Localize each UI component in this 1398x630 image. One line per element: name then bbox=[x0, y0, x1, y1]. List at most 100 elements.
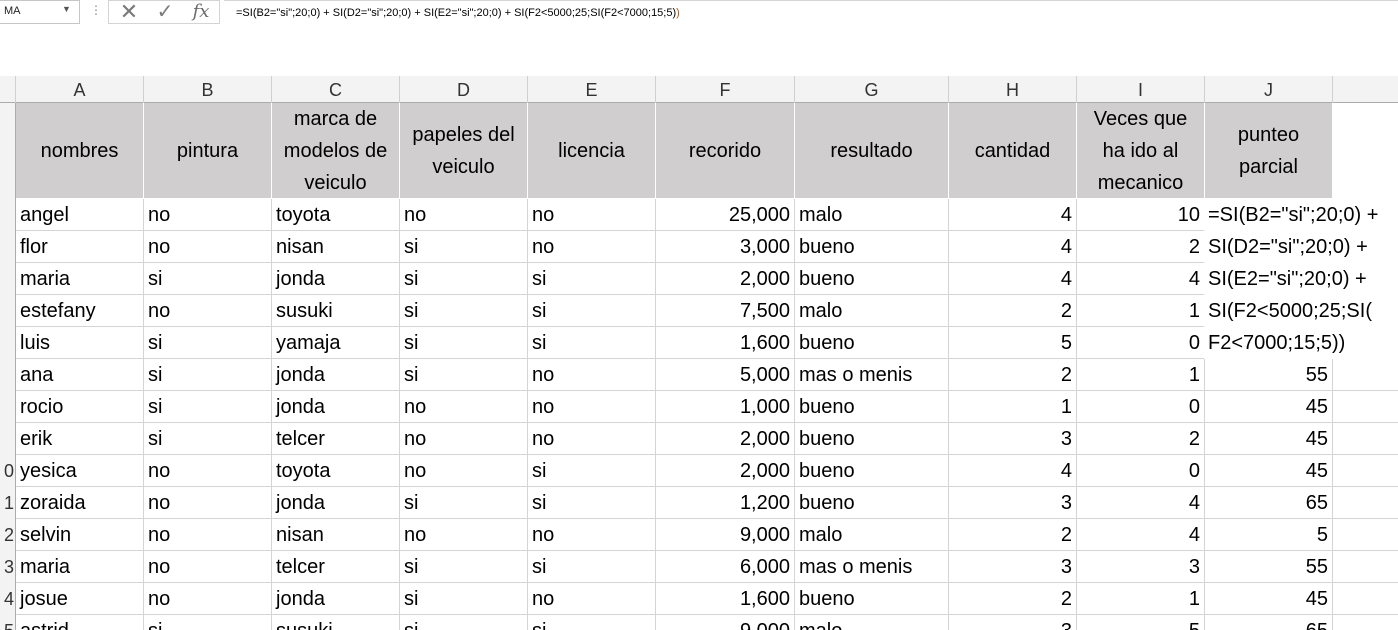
header-resultado[interactable]: resultado bbox=[795, 103, 949, 199]
cell-g[interactable]: mas o menis bbox=[795, 551, 949, 583]
cell-b[interactable]: si bbox=[144, 327, 272, 359]
row-number[interactable]: 1 bbox=[0, 487, 14, 519]
cell-i[interactable]: 2 bbox=[1077, 231, 1205, 263]
cell-d[interactable]: no bbox=[400, 423, 528, 455]
cell-h[interactable]: 2 bbox=[949, 295, 1077, 327]
cell-f[interactable]: 3,000 bbox=[656, 231, 795, 263]
cell-h[interactable]: 2 bbox=[949, 519, 1077, 551]
cell-f[interactable]: 7,500 bbox=[656, 295, 795, 327]
cell-j[interactable]: 45 bbox=[1205, 583, 1333, 615]
cell-h[interactable]: 4 bbox=[949, 199, 1077, 231]
cell-a[interactable]: maria bbox=[16, 263, 144, 295]
cell-i[interactable]: 10 bbox=[1077, 199, 1205, 231]
cell-b[interactable]: no bbox=[144, 551, 272, 583]
cell-h[interactable]: 3 bbox=[949, 551, 1077, 583]
cell-a[interactable]: yesica bbox=[16, 455, 144, 487]
column-header-b[interactable]: B bbox=[144, 76, 272, 103]
cell-f[interactable]: 25,000 bbox=[656, 199, 795, 231]
cell-h[interactable]: 3 bbox=[949, 487, 1077, 519]
header-pintura[interactable]: pintura bbox=[144, 103, 272, 199]
cell-g[interactable]: bueno bbox=[795, 391, 949, 423]
cell-c[interactable]: jonda bbox=[272, 263, 400, 295]
cell-i[interactable]: 0 bbox=[1077, 455, 1205, 487]
cell-c[interactable]: susuki bbox=[272, 615, 400, 630]
column-header-g[interactable]: G bbox=[795, 76, 949, 103]
cell-h[interactable]: 5 bbox=[949, 327, 1077, 359]
row-number[interactable]: 0 bbox=[0, 455, 14, 487]
cell-f[interactable]: 2,000 bbox=[656, 263, 795, 295]
cell-j[interactable]: 45 bbox=[1205, 455, 1333, 487]
cell-a[interactable]: rocio bbox=[16, 391, 144, 423]
header-licencia[interactable]: licencia bbox=[528, 103, 656, 199]
cell-a[interactable]: estefany bbox=[16, 295, 144, 327]
cell-g[interactable]: bueno bbox=[795, 327, 949, 359]
cell-i[interactable]: 2 bbox=[1077, 423, 1205, 455]
cell-e[interactable]: no bbox=[528, 423, 656, 455]
cell-b[interactable]: no bbox=[144, 231, 272, 263]
cell-i[interactable]: 4 bbox=[1077, 263, 1205, 295]
cell-e[interactable]: no bbox=[528, 231, 656, 263]
header-nombres[interactable]: nombres bbox=[16, 103, 144, 199]
cell-d[interactable]: si bbox=[400, 295, 528, 327]
cell-e[interactable]: no bbox=[528, 519, 656, 551]
cell-h[interactable]: 4 bbox=[949, 231, 1077, 263]
column-header-c[interactable]: C bbox=[272, 76, 400, 103]
cell-a[interactable]: josue bbox=[16, 583, 144, 615]
cell-j[interactable]: 5 bbox=[1205, 519, 1333, 551]
cell-h[interactable]: 2 bbox=[949, 359, 1077, 391]
cancel-icon[interactable]: ✕ bbox=[113, 1, 145, 23]
select-all-corner[interactable] bbox=[0, 76, 16, 103]
cell-j[interactable]: 45 bbox=[1205, 423, 1333, 455]
header-veces[interactable]: Veces que ha ido al mecanico bbox=[1077, 103, 1205, 199]
cell-d[interactable]: no bbox=[400, 391, 528, 423]
cell-h[interactable]: 3 bbox=[949, 423, 1077, 455]
cell-g[interactable]: bueno bbox=[795, 231, 949, 263]
cell-d[interactable]: si bbox=[400, 359, 528, 391]
cell-d[interactable]: si bbox=[400, 263, 528, 295]
cell-j[interactable]: 45 bbox=[1205, 391, 1333, 423]
cell-c[interactable]: jonda bbox=[272, 583, 400, 615]
cell-c[interactable]: jonda bbox=[272, 359, 400, 391]
cell-d[interactable]: si bbox=[400, 615, 528, 630]
cell-a[interactable]: angel bbox=[16, 199, 144, 231]
formula-input[interactable]: =SI(B2="si";20;0) + SI(D2="si";20;0) + S… bbox=[224, 0, 1398, 74]
cell-f[interactable]: 5,000 bbox=[656, 359, 795, 391]
cell-c[interactable]: toyota bbox=[272, 455, 400, 487]
cell-d[interactable]: no bbox=[400, 455, 528, 487]
insert-function-icon[interactable]: fx bbox=[185, 1, 217, 23]
cell-a[interactable]: flor bbox=[16, 231, 144, 263]
column-header-i[interactable]: I bbox=[1077, 76, 1205, 103]
cell-e[interactable]: si bbox=[528, 263, 656, 295]
header-cantidad[interactable]: cantidad bbox=[949, 103, 1077, 199]
cell-c[interactable]: nisan bbox=[272, 231, 400, 263]
cell-h[interactable]: 4 bbox=[949, 263, 1077, 295]
cell-b[interactable]: no bbox=[144, 583, 272, 615]
cell-c[interactable]: jonda bbox=[272, 391, 400, 423]
cell-h[interactable]: 4 bbox=[949, 455, 1077, 487]
cell-c[interactable]: yamaja bbox=[272, 327, 400, 359]
cell-g[interactable]: bueno bbox=[795, 487, 949, 519]
cell-d[interactable]: si bbox=[400, 231, 528, 263]
header-marca[interactable]: marca de modelos de veiculo bbox=[272, 103, 400, 199]
cell-e[interactable]: si bbox=[528, 295, 656, 327]
column-header-d[interactable]: D bbox=[400, 76, 528, 103]
column-header-e[interactable]: E bbox=[528, 76, 656, 103]
column-header-h[interactable]: H bbox=[949, 76, 1077, 103]
cell-h[interactable]: 2 bbox=[949, 583, 1077, 615]
cell-c[interactable]: telcer bbox=[272, 423, 400, 455]
cell-d[interactable]: si bbox=[400, 551, 528, 583]
cell-b[interactable]: si bbox=[144, 359, 272, 391]
column-header-a[interactable]: A bbox=[16, 76, 144, 103]
cell-d[interactable]: no bbox=[400, 519, 528, 551]
cell-j[interactable]: 65 bbox=[1205, 487, 1333, 519]
cell-e[interactable]: no bbox=[528, 583, 656, 615]
cell-f[interactable]: 2,000 bbox=[656, 423, 795, 455]
cell-f[interactable]: 1,600 bbox=[656, 583, 795, 615]
chevron-down-icon[interactable]: ▼ bbox=[62, 4, 71, 14]
cell-f[interactable]: 2,000 bbox=[656, 455, 795, 487]
cell-i[interactable]: 1 bbox=[1077, 295, 1205, 327]
cell-g[interactable]: bueno bbox=[795, 263, 949, 295]
cell-d[interactable]: si bbox=[400, 327, 528, 359]
cell-e[interactable]: no bbox=[528, 391, 656, 423]
cell-f[interactable]: 9,000 bbox=[656, 519, 795, 551]
